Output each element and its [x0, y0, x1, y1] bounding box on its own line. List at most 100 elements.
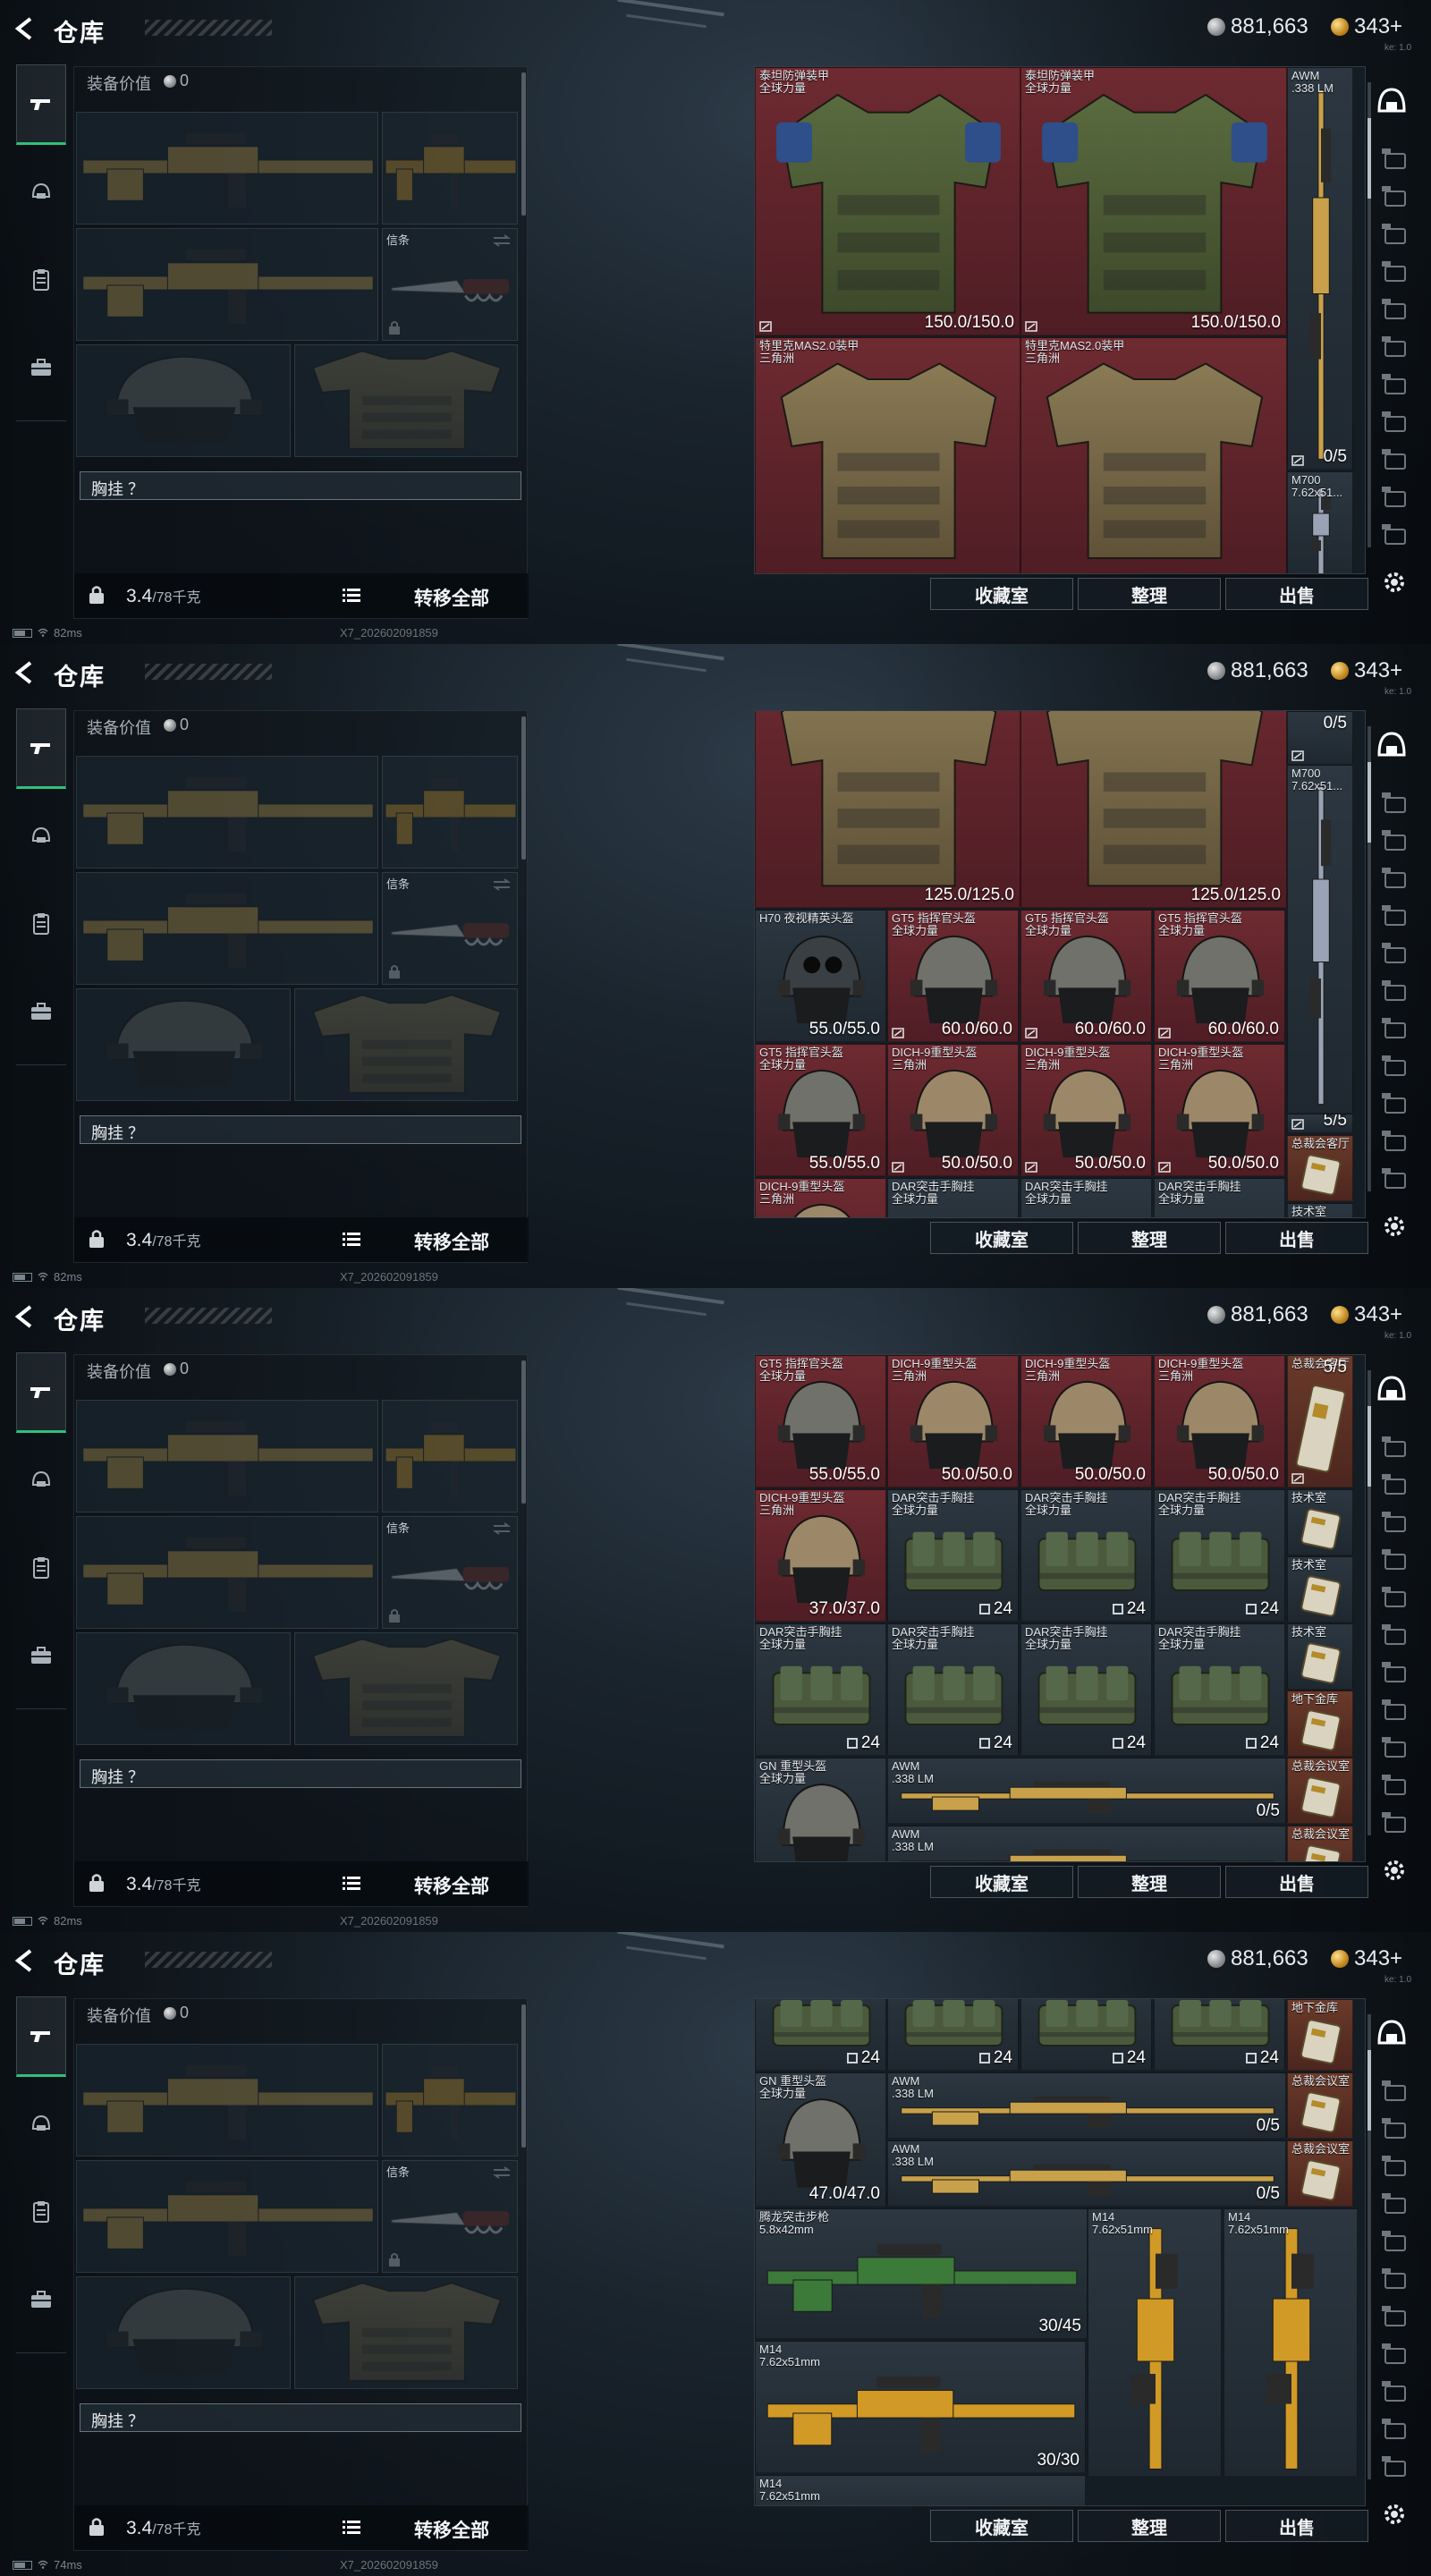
depot-tab-icon[interactable]: [1375, 825, 1419, 860]
organize-button[interactable]: 整理: [1078, 1866, 1221, 1898]
helmet-slot[interactable]: [76, 1632, 291, 1745]
storage-item[interactable]: M700 7.62x51...: [1287, 765, 1353, 1114]
organize-button[interactable]: 整理: [1078, 2510, 1221, 2542]
nav-briefcase[interactable]: [16, 1615, 66, 1696]
secondary-weapon-slot[interactable]: [76, 1516, 378, 1629]
depot-tab-icon[interactable]: [1375, 2150, 1419, 2186]
depot-tab-icon[interactable]: [1375, 937, 1419, 973]
back-icon[interactable]: [13, 1948, 38, 1973]
storage-item[interactable]: GT5 指挥官头盔 全球力量 60.0/60.0: [1020, 910, 1152, 1042]
primary-weapon-slot[interactable]: [76, 1400, 378, 1513]
depot-tab-icon[interactable]: [1375, 975, 1419, 1011]
storage-scrollbar[interactable]: [1367, 726, 1371, 1191]
depot-tab-icon[interactable]: [1375, 1769, 1419, 1805]
depot-tab-icon[interactable]: [1375, 2263, 1419, 2299]
swap-icon[interactable]: [492, 878, 512, 891]
helmet-slot[interactable]: [76, 2276, 291, 2389]
storage-item[interactable]: 地下金库: [1287, 1690, 1353, 1757]
depot-tab-icon[interactable]: [1375, 2113, 1419, 2148]
storage-item[interactable]: 24: [755, 1999, 886, 2071]
storage-item[interactable]: DICH-9重型头盔 三角洲 50.0/50.0: [1154, 1044, 1285, 1176]
transfer-all-button[interactable]: 转移全部: [414, 2516, 489, 2543]
depot-tab-icon[interactable]: [1375, 1544, 1419, 1580]
storage-item[interactable]: M14 7.62x51mm 30/30: [755, 2341, 1086, 2473]
primary-weapon-slot[interactable]: [76, 2044, 378, 2157]
depot-tab-icon[interactable]: [1375, 2338, 1419, 2374]
nav-briefcase[interactable]: [16, 2259, 66, 2340]
vault-button[interactable]: 收藏室: [930, 1866, 1073, 1898]
storage-item[interactable]: 24: [1154, 1999, 1285, 2071]
gold-currency[interactable]: 343+: [1331, 658, 1402, 683]
pistol-slot[interactable]: [382, 756, 518, 869]
chest-rig-slot[interactable]: 胸挂 ？: [80, 2403, 521, 2432]
depot-tab-icon[interactable]: [1375, 900, 1419, 936]
equipment-scrollbar[interactable]: [521, 716, 526, 860]
silver-currency[interactable]: 881,663: [1207, 1302, 1308, 1327]
armor-slot[interactable]: [294, 344, 518, 457]
storage-item[interactable]: AWM .338 LM 0/5: [887, 2140, 1286, 2207]
nav-weapon[interactable]: [16, 1996, 66, 2077]
storage-scrollbar[interactable]: [1367, 1370, 1371, 1835]
storage-item[interactable]: 总裁会议室: [1287, 2072, 1353, 2139]
nav-clipboard[interactable]: [16, 240, 66, 320]
depot-tab-icon[interactable]: [1375, 1088, 1419, 1123]
sell-button[interactable]: 出售: [1225, 2510, 1368, 2542]
transfer-all-button[interactable]: 转移全部: [414, 1228, 489, 1255]
depot-tab-icon[interactable]: [1375, 444, 1419, 479]
storage-item[interactable]: DAR突击手胸挂 全球力量: [1020, 1178, 1152, 1217]
settings-gear-icon[interactable]: [1381, 569, 1408, 596]
storage-item[interactable]: 泰坦防弹装甲 全球力量 150.0/150.0: [1020, 67, 1287, 335]
pistol-slot[interactable]: [382, 112, 518, 225]
primary-weapon-slot[interactable]: [76, 756, 378, 869]
storage-item[interactable]: DICH-9重型头盔 三角洲 50.0/50.0: [1154, 1355, 1285, 1487]
nav-helmet-nav[interactable]: [16, 796, 66, 877]
storage-item[interactable]: DICH-9重型头盔 三角洲 50.0/50.0: [887, 1355, 1019, 1487]
sell-button[interactable]: 出售: [1225, 1866, 1368, 1898]
depot-tab-icon[interactable]: [1375, 2376, 1419, 2411]
back-icon[interactable]: [13, 16, 38, 41]
nav-helmet-nav[interactable]: [16, 2084, 66, 2165]
silver-currency[interactable]: 881,663: [1207, 658, 1308, 683]
storage-item[interactable]: DAR突击手胸挂 全球力量: [887, 1178, 1019, 1217]
depot-tab-icon[interactable]: [1375, 406, 1419, 442]
depot-tab-icon[interactable]: [1375, 519, 1419, 555]
storage-item[interactable]: 技术室: [1287, 1489, 1353, 1555]
depot-tab-icon[interactable]: [1375, 787, 1419, 823]
storage-item[interactable]: 泰坦防弹装甲 全球力量 150.0/150.0: [755, 67, 1020, 335]
swap-icon[interactable]: [492, 2166, 512, 2179]
depot-tab-icon[interactable]: [1375, 331, 1419, 367]
transfer-all-button[interactable]: 转移全部: [414, 584, 489, 611]
equipment-scrollbar[interactable]: [521, 1360, 526, 1504]
gold-currency[interactable]: 343+: [1331, 14, 1402, 39]
list-icon[interactable]: [343, 2520, 360, 2534]
vault-button[interactable]: 收藏室: [930, 578, 1073, 610]
storage-item[interactable]: 特里克MAS2.0装甲 三角洲: [755, 337, 1020, 573]
storage-item[interactable]: DAR突击手胸挂 全球力量 24: [887, 1623, 1019, 1756]
storage-item[interactable]: DAR突击手胸挂 全球力量 24: [1154, 1623, 1285, 1756]
settings-gear-icon[interactable]: [1381, 2501, 1408, 2528]
sell-button[interactable]: 出售: [1225, 578, 1368, 610]
silver-currency[interactable]: 881,663: [1207, 1946, 1308, 1971]
equipment-scrollbar[interactable]: [521, 2004, 526, 2148]
nav-clipboard[interactable]: [16, 1528, 66, 1608]
nav-helmet-nav[interactable]: [16, 1440, 66, 1521]
back-icon[interactable]: [13, 1304, 38, 1329]
depot-tab-icon[interactable]: [1375, 2075, 1419, 2111]
nav-briefcase[interactable]: [16, 971, 66, 1052]
swap-icon[interactable]: [492, 234, 512, 247]
melee-slot[interactable]: 信条: [382, 2160, 518, 2273]
storage-item[interactable]: 24: [887, 1999, 1019, 2071]
depot-tab-icon[interactable]: [1375, 1657, 1419, 1692]
storage-item[interactable]: AWM .338 LM 0/5: [887, 1758, 1286, 1824]
nav-weapon[interactable]: [16, 708, 66, 789]
depot-tab-icon[interactable]: [1375, 2413, 1419, 2449]
pistol-slot[interactable]: [382, 1400, 518, 1513]
storage-item[interactable]: GN 重型头盔 全球力量 47.0/47.0: [755, 2072, 886, 2207]
armor-slot[interactable]: [294, 1632, 518, 1745]
silver-currency[interactable]: 881,663: [1207, 14, 1308, 39]
settings-gear-icon[interactable]: [1381, 1213, 1408, 1240]
depot-tab-icon[interactable]: [1375, 1163, 1419, 1199]
storage-item[interactable]: GT5 指挥官头盔 全球力量 60.0/60.0: [1154, 910, 1285, 1042]
storage-item[interactable]: DAR突击手胸挂 全球力量: [1154, 1178, 1285, 1217]
storage-item[interactable]: 125.0/125.0: [755, 711, 1020, 908]
